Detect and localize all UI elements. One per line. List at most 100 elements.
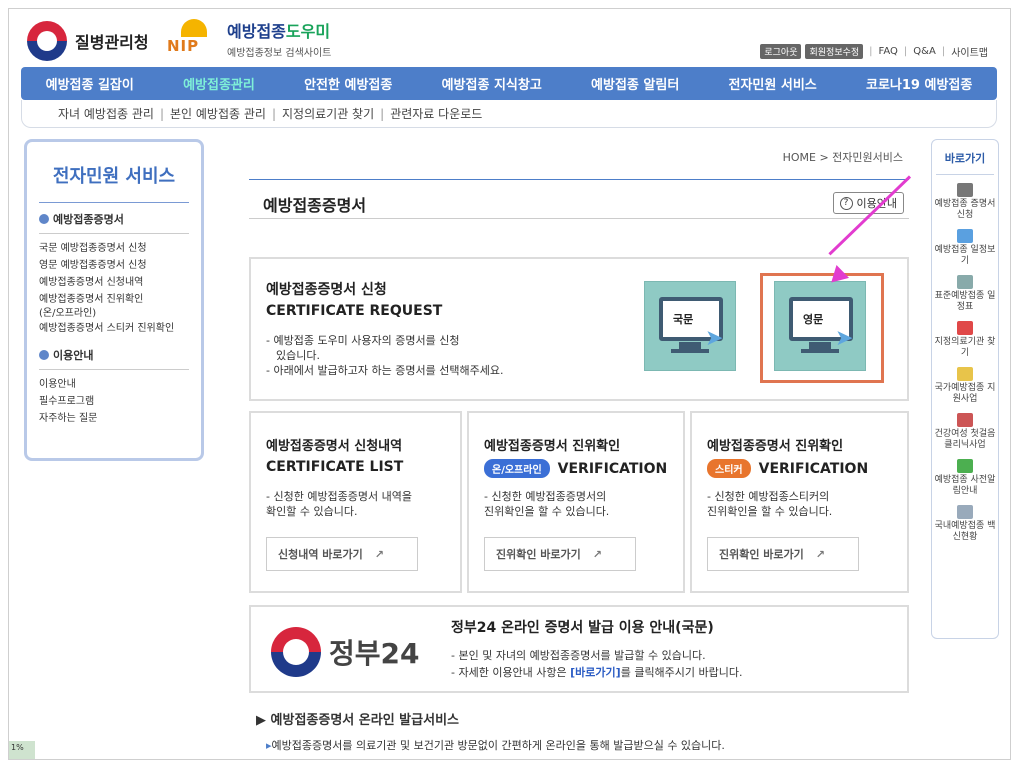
history-link-button[interactable]: 신청내역 바로가기 ↗ — [266, 537, 418, 571]
sidebar-title: 전자민원 서비스 — [52, 166, 176, 187]
verification-sticker-card: 예방접종증명서 진위확인 스티커 VERIFICATION - 신청한 예방접종… — [690, 411, 909, 593]
kdca-logo[interactable]: 질병관리청 — [27, 21, 149, 61]
sitemap-link[interactable]: 사이트맵 — [951, 44, 988, 59]
card-title-en: CERTIFICATE LIST — [266, 459, 404, 475]
sticker-badge: 스티커 — [707, 459, 751, 478]
sidebar-link-history[interactable]: 예방접종증명서 신청내역 — [39, 274, 189, 291]
quick-item-support[interactable]: 국가예방접종 지원사업 — [932, 367, 998, 405]
subnav-item-child[interactable]: 자녀 예방접종 관리 — [58, 105, 154, 122]
nav-item-safe[interactable]: 안전한 예방접종 — [304, 74, 392, 93]
nav-item-covid19[interactable]: 코로나19 예방접종 — [866, 74, 972, 93]
left-sidebar: 전자민원 서비스 예방접종증명서 국문 예방접종증명서 신청 영문 예방접종증명… — [24, 139, 204, 461]
external-link-icon: ↗ — [374, 547, 385, 561]
nip-emblem-icon: NIP — [167, 17, 221, 59]
nav-item-notice[interactable]: 예방접종 알림터 — [591, 74, 679, 93]
request-title-en: CERTIFICATE REQUEST — [266, 303, 443, 319]
question-icon: ? — [839, 196, 853, 210]
sidebar-link-english[interactable]: 영문 예방접종증명서 신청 — [39, 257, 189, 274]
quick-links-bar: 바로가기 예방접종 증명서 신청 예방접종 일정보기 표준예방접종 일정표 지정… — [931, 139, 999, 639]
main-nav: 예방접종 길잡이 예방접종관리 안전한 예방접종 예방접종 지식창고 예방접종 … — [21, 67, 997, 100]
page-title: 예방접종증명서 — [263, 196, 367, 215]
sidebar-link-verify[interactable]: 예방접종증명서 진위확인 — [39, 291, 189, 308]
corner-tag: 1% — [9, 741, 35, 759]
breadcrumb: HOME > 전자민원서비스 — [782, 151, 903, 164]
online-badge: 온/오프라인 — [484, 459, 550, 478]
triangle-icon: ▶ — [256, 713, 271, 728]
nav-item-management[interactable]: 예방접종관리 — [183, 74, 255, 93]
page-frame: 질병관리청 NIP 예방접종도우미 예방접종정보 검색사이트 로그아웃 회원정보… — [8, 8, 1011, 760]
nav-item-guide[interactable]: 예방접종 길잡이 — [46, 74, 134, 93]
card-title: 예방접종증명서 신청내역 — [266, 439, 403, 454]
external-link-icon: ↗ — [815, 547, 826, 561]
external-link-icon: ↗ — [592, 547, 603, 561]
sidebar-link-sticker[interactable]: 예방접종증명서 스티커 진위확인 — [39, 320, 189, 337]
sidebar-link-korean[interactable]: 국문 예방접종증명서 신청 — [39, 240, 189, 257]
subnav-item-download[interactable]: 관련자료 다운로드 — [390, 105, 482, 122]
quick-item-schedule[interactable]: 예방접종 일정보기 — [932, 229, 998, 267]
verification-online-card: 예방접종증명서 진위확인 온/오프라인 VERIFICATION - 신청한 예… — [467, 411, 685, 593]
quick-item-standard[interactable]: 표준예방접종 일정표 — [932, 275, 998, 313]
org-name: 질병관리청 — [75, 33, 149, 52]
online-service-heading: ▶ 예방접종증명서 온라인 발급서비스 — [256, 713, 459, 728]
nip-logo[interactable]: NIP 예방접종도우미 예방접종정보 검색사이트 — [167, 17, 331, 59]
sidebar-link-verify-sub[interactable]: (온/오프라인) — [39, 308, 189, 320]
bullet-icon — [39, 214, 49, 224]
sidebar-section-guide[interactable]: 이용안내 — [39, 347, 201, 363]
online-service-text: ▸예방접종증명서를 의료기관 및 보건기관 방문없이 간편하게 온라인을 통해 … — [266, 739, 725, 752]
faq-link[interactable]: FAQ — [879, 46, 898, 57]
request-desc: - 예방접종 도우미 사용자의 증명서를 신청 있습니다. - 아래에서 발급하… — [266, 334, 504, 377]
gov24-shortcut-link[interactable]: [바로가기] — [570, 666, 621, 679]
request-title: 예방접종증명서 신청 — [266, 282, 387, 298]
first-aid-icon — [957, 413, 973, 427]
quick-item-alert[interactable]: 예방접종 사전알림안내 — [932, 459, 998, 497]
card-title: 예방접종증명서 진위확인 — [484, 439, 621, 454]
quick-item-clinic[interactable]: 지정의료기관 찾기 — [932, 321, 998, 359]
subnav-item-self[interactable]: 본인 예방접종 관리 — [170, 105, 266, 122]
site-title: 예방접종도우미 — [227, 21, 331, 41]
card-desc: - 신청한 예방접종스티커의 진위확인을 할 수 있습니다. — [707, 490, 833, 518]
verify-sticker-link-button[interactable]: 진위확인 바로가기 ↗ — [707, 537, 859, 571]
card-desc: - 신청한 예방접종증명서의 진위확인을 할 수 있습니다. — [484, 490, 610, 518]
subnav-item-clinic[interactable]: 지정의료기관 찾기 — [282, 105, 374, 122]
quick-item-women[interactable]: 건강여성 첫걸음 클리닉사업 — [932, 413, 998, 451]
main-content: HOME > 전자민원서비스 예방접종증명서 ? 이용안내 예방접종증명서 신청… — [224, 129, 921, 759]
nav-item-knowledge[interactable]: 예방접종 지식창고 — [442, 74, 542, 93]
card-title: 예방접종증명서 진위확인 — [707, 439, 844, 454]
nip-logo-text: NIP — [167, 37, 200, 55]
gov24-logo[interactable]: 정부24 — [271, 627, 420, 677]
gov24-desc: - 본인 및 자녀의 예방접종증명서를 발급할 수 있습니다. - 자세한 이용… — [451, 649, 743, 679]
header: 질병관리청 NIP 예방접종도우미 예방접종정보 검색사이트 로그아웃 회원정보… — [9, 9, 1010, 67]
highlight-box — [760, 273, 884, 383]
quick-item-vaccine[interactable]: 국내예방접종 백신현황 — [932, 505, 998, 543]
quick-item-certificate[interactable]: 예방접종 증명서 신청 — [932, 183, 998, 221]
gov24-emblem-icon — [271, 627, 321, 677]
member-info-button[interactable]: 회원정보수정 — [805, 44, 864, 59]
nav-item-civil-service[interactable]: 전자민원 서비스 — [729, 74, 817, 93]
usage-info-button[interactable]: ? 이용안내 — [832, 192, 904, 214]
page-title-bar: 예방접종증명서 ? 이용안내 — [249, 179, 909, 219]
korean-certificate-button[interactable]: 국문 ➤ — [644, 281, 736, 371]
qa-link[interactable]: Q&A — [913, 46, 936, 57]
hospital-icon — [957, 321, 973, 335]
sidebar-link-usage[interactable]: 이용안내 — [39, 376, 189, 393]
card-title-en: 온/오프라인 VERIFICATION — [484, 459, 667, 478]
sidebar-section-certificate[interactable]: 예방접종증명서 — [39, 211, 201, 227]
site-subtitle: 예방접종정보 검색사이트 — [227, 47, 332, 59]
card-title-en: 스티커 VERIFICATION — [707, 459, 868, 478]
sidebar-link-faq[interactable]: 자주하는 질문 — [39, 410, 189, 427]
quick-title: 바로가기 — [936, 140, 994, 175]
card-desc: - 신청한 예방접종증명서 내역을 확인할 수 있습니다. — [266, 490, 413, 518]
verify-online-link-button[interactable]: 진위확인 바로가기 ↗ — [484, 537, 636, 571]
sidebar-link-programs[interactable]: 필수프로그램 — [39, 393, 189, 410]
certificate-list-card: 예방접종증명서 신청내역 CERTIFICATE LIST - 신청한 예방접종… — [249, 411, 462, 593]
printer-icon — [957, 183, 973, 197]
utility-links: 로그아웃 회원정보수정 | FAQ | Q&A | 사이트맵 — [756, 44, 988, 59]
kdca-emblem-icon — [27, 21, 67, 61]
gov24-title: 정부24 온라인 증명서 발급 이용 안내(국문) — [451, 620, 714, 636]
gov24-box: 정부24 정부24 온라인 증명서 발급 이용 안내(국문) - 본인 및 자녀… — [249, 605, 909, 693]
certificate-request-box: 예방접종증명서 신청 CERTIFICATE REQUEST - 예방접종 도우… — [249, 257, 909, 401]
vaccine-bottle-icon — [957, 505, 973, 519]
sub-nav: 자녀 예방접종 관리 | 본인 예방접종 관리 | 지정의료기관 찾기 | 관련자료 … — [21, 100, 997, 128]
logout-button[interactable]: 로그아웃 — [760, 44, 802, 59]
cursor-icon: ➤ — [705, 326, 724, 351]
